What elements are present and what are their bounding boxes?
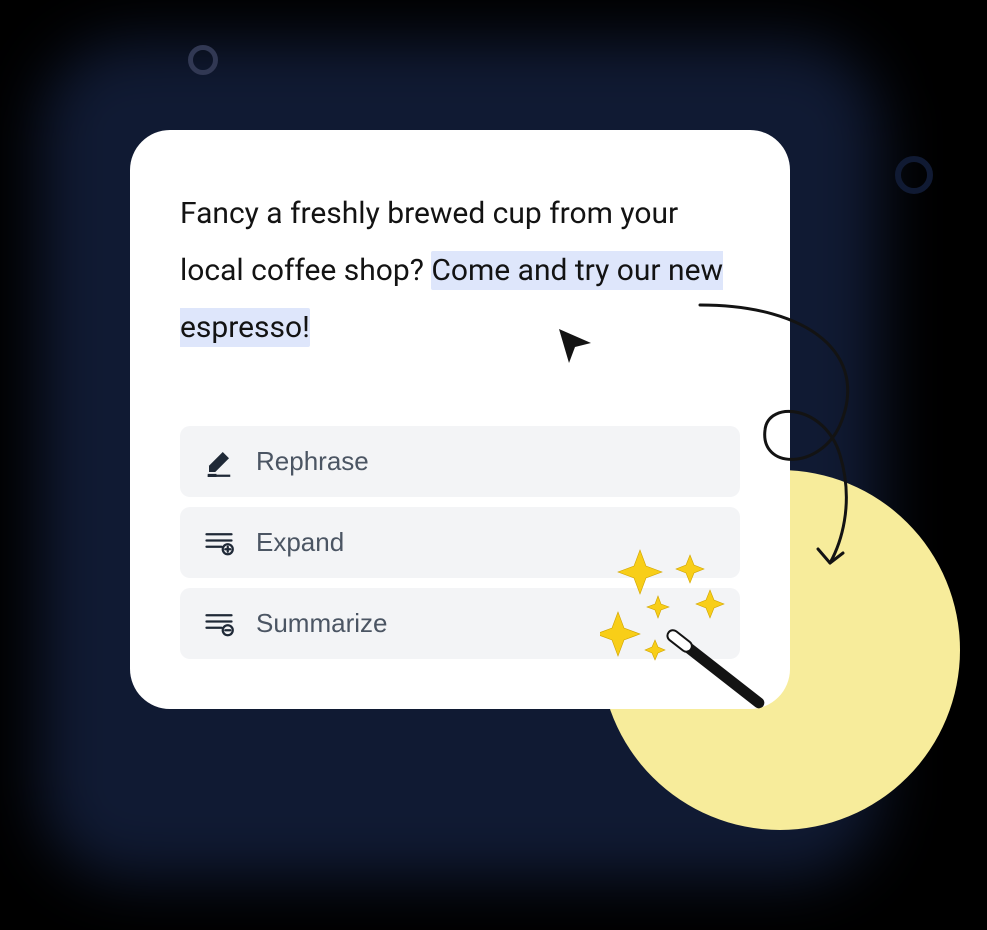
option-label: Summarize <box>256 608 387 639</box>
option-label: Expand <box>256 527 344 558</box>
option-label: Rephrase <box>256 446 369 477</box>
expand-icon <box>204 528 234 558</box>
small-circle-decoration <box>895 156 933 194</box>
curvy-arrow-decoration <box>690 295 890 575</box>
sample-text[interactable]: Fancy a freshly brewed cup from your loc… <box>180 185 740 356</box>
cursor-icon <box>555 325 595 365</box>
magic-wand-icon <box>600 540 790 730</box>
rephrase-button[interactable]: Rephrase <box>180 426 740 497</box>
edit-icon <box>204 447 234 477</box>
summarize-icon <box>204 609 234 639</box>
small-circle-decoration <box>188 45 218 75</box>
